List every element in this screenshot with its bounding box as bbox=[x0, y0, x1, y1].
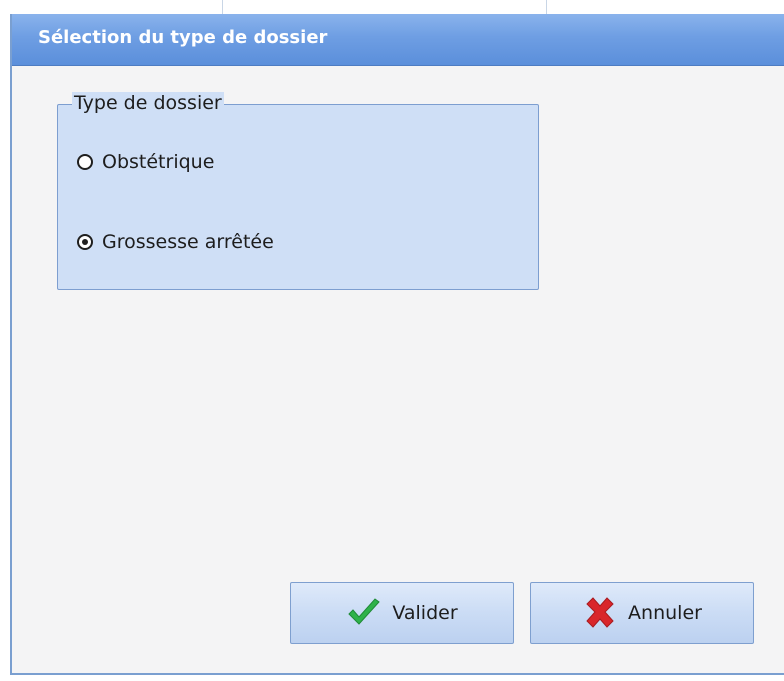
cancel-button-label: Annuler bbox=[628, 602, 702, 624]
cross-icon bbox=[586, 597, 614, 628]
radio-option-grossesse-arretee[interactable]: Grossesse arrêtée bbox=[77, 228, 274, 256]
radio-label-grossesse-arretee: Grossesse arrêtée bbox=[102, 231, 274, 253]
cancel-button[interactable]: Annuler bbox=[530, 582, 754, 644]
validate-button[interactable]: Valider bbox=[290, 582, 514, 644]
radio-label-obstetrique: Obstétrique bbox=[102, 151, 215, 173]
radio-button-grossesse-arretee[interactable] bbox=[77, 234, 93, 250]
groupbox-legend: Type de dossier bbox=[72, 92, 224, 114]
dialog-title: Sélection du type de dossier bbox=[38, 27, 328, 48]
checkmark-icon bbox=[348, 598, 381, 625]
background-window-strip bbox=[0, 0, 784, 14]
dossier-type-groupbox bbox=[57, 104, 539, 290]
dossier-type-dialog: Sélection du type de dossier Type de dos… bbox=[10, 14, 784, 675]
dialog-titlebar[interactable]: Sélection du type de dossier bbox=[12, 14, 784, 66]
validate-button-label: Valider bbox=[392, 602, 458, 624]
radio-button-obstetrique[interactable] bbox=[77, 154, 93, 170]
radio-option-obstetrique[interactable]: Obstétrique bbox=[77, 148, 214, 176]
screen: Sélection du type de dossier Type de dos… bbox=[0, 0, 784, 681]
